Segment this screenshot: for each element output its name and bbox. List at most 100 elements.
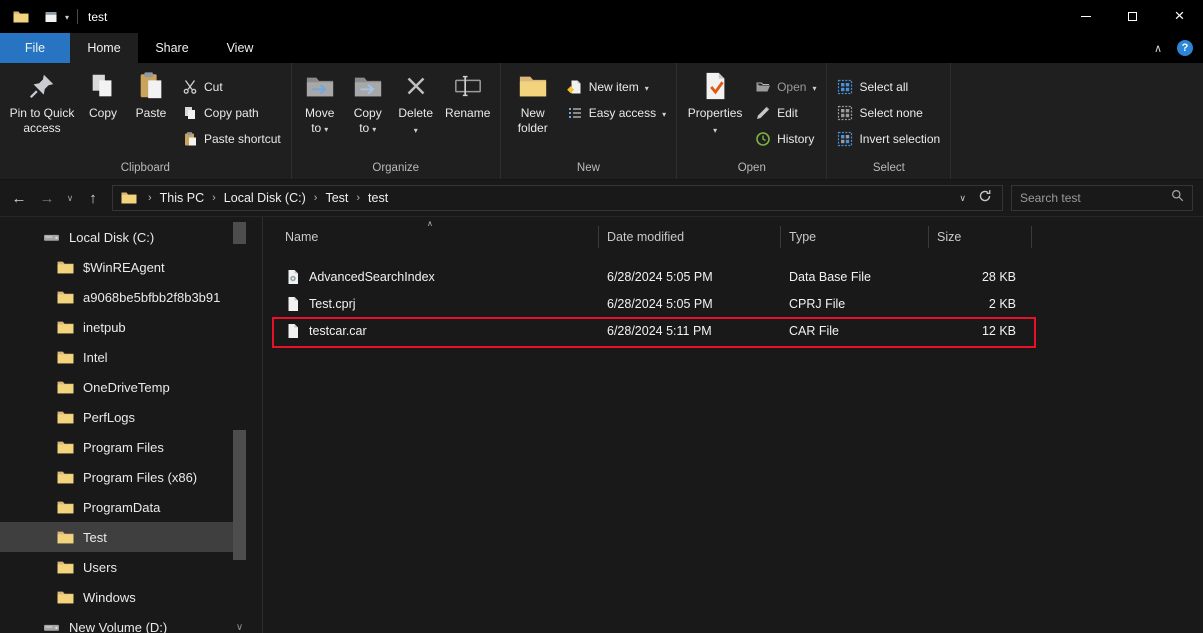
ribbon-group-new: New folder New item Easy acces [501,63,677,179]
new-item-button[interactable]: New item [561,74,672,100]
breadcrumb-test-folder[interactable]: Test [320,191,353,205]
select-all-label: Select all [859,80,908,94]
sidebar-item-inetpub[interactable]: inetpub [0,312,262,342]
copy-icon [87,70,119,102]
select-all-button[interactable]: Select all [831,74,946,100]
address-history-chevron-icon[interactable] [959,193,966,204]
database-file-icon [285,269,301,285]
copy-button[interactable]: Copy [80,64,126,160]
rename-button[interactable]: Rename [440,64,496,160]
tab-file[interactable]: File [0,33,70,63]
back-button[interactable] [6,185,32,211]
pin-to-quick-access-label: Pin to Quick access [7,106,77,136]
qat-customize-chevron-icon[interactable] [65,12,69,22]
file-name: testcar.car [309,324,367,338]
new-folder-icon [517,70,549,102]
select-group-label: Select [831,160,946,179]
sidebar-item-programdata[interactable]: ProgramData [0,492,262,522]
ribbon-group-open: Properties Open Edi [677,63,827,179]
up-button[interactable] [80,185,106,211]
copy-path-button[interactable]: Copy path [176,100,287,126]
copy-to-label: Copy to [354,106,382,135]
sidebar-item-test[interactable]: Test [0,522,233,552]
delete-button[interactable]: Delete [392,64,440,160]
sidebar-item-perflogs[interactable]: PerfLogs [0,402,262,432]
scrollbar-thumb[interactable] [233,430,246,560]
breadcrumb-local-disk-c[interactable]: Local Disk (C:) [219,191,311,205]
edit-button[interactable]: Edit [749,100,822,126]
column-header-label: Type [789,230,816,244]
sidebar-item-label: ProgramData [83,500,160,515]
sidebar-item-onedrivetemp[interactable]: OneDriveTemp [0,372,262,402]
sidebar-item-winreagent[interactable]: $WinREAgent [0,252,262,282]
sidebar-item-a9068[interactable]: a9068be5bfbb2f8b3b91 [0,282,262,312]
invert-selection-button[interactable]: Invert selection [831,126,946,152]
column-header-date-modified[interactable]: Date modified [599,226,781,248]
forward-button[interactable] [34,185,60,211]
edit-label: Edit [777,106,798,120]
file-row-advancedsearchindex[interactable]: AdvancedSearchIndex 6/28/2024 5:05 PM Da… [277,263,1203,290]
pin-to-quick-access-button[interactable]: Pin to Quick access [4,64,80,160]
address-bar[interactable]: This PC Local Disk (C:) Test test [112,185,1003,211]
sidebar-item-local-disk-c[interactable]: Local Disk (C:) [0,222,262,252]
invert-selection-label: Invert selection [859,132,940,146]
easy-access-label: Easy access [589,106,656,120]
column-header-name[interactable]: Name [277,226,599,248]
select-none-label: Select none [859,106,922,120]
help-icon[interactable] [1177,40,1193,56]
scrollbar-up-button[interactable] [233,222,246,244]
sidebar-item-program-files[interactable]: Program Files [0,432,262,462]
new-folder-button[interactable]: New folder [505,64,561,160]
folder-icon [57,259,74,276]
folder-icon [57,559,74,576]
delete-dropdown-icon [414,122,418,137]
properties-button[interactable]: Properties [681,64,749,160]
paste-shortcut-button[interactable]: Paste shortcut [176,126,287,152]
breadcrumb-separator-icon[interactable] [209,192,219,204]
breadcrumb-separator-icon[interactable] [353,192,363,204]
tab-home[interactable]: Home [70,33,138,63]
history-button[interactable]: History [749,126,822,152]
sidebar-item-intel[interactable]: Intel [0,342,262,372]
sidebar-item-users[interactable]: Users [0,552,262,582]
breadcrumb-current-folder[interactable]: test [363,191,393,205]
new-item-icon [567,79,583,95]
column-header-size[interactable]: Size [929,226,1032,248]
sidebar-item-program-files-x86[interactable]: Program Files (x86) [0,462,262,492]
file-row-testcar-car[interactable]: testcar.car 6/28/2024 5:11 PM CAR File 1… [277,317,1203,344]
scrollbar-down-icon[interactable] [233,622,246,633]
folder-icon [57,289,74,306]
minimize-button[interactable] [1062,0,1109,33]
tab-view[interactable]: View [206,33,274,63]
sidebar-item-windows[interactable]: Windows [0,582,262,612]
cut-button[interactable]: Cut [176,74,287,100]
breadcrumb-separator-icon[interactable] [311,192,321,204]
copy-to-button[interactable]: Copy to [344,64,392,160]
ribbon-group-clipboard: Pin to Quick access Copy Paste [0,63,292,179]
refresh-icon[interactable] [978,189,992,208]
collapse-ribbon-icon[interactable] [1154,42,1162,55]
close-button[interactable] [1156,0,1203,33]
breadcrumb-this-pc[interactable]: This PC [155,191,209,205]
paste-button[interactable]: Paste [126,64,176,160]
sidebar-item-label: Windows [83,590,136,605]
column-header-type[interactable]: Type [781,226,929,248]
sidebar-item-label: New Volume (D:) [69,620,167,633]
paste-icon [135,70,167,102]
select-none-button[interactable]: Select none [831,100,946,126]
file-row-test-cprj[interactable]: Test.cprj 6/28/2024 5:05 PM CPRJ File 2 … [277,290,1203,317]
open-button[interactable]: Open [749,74,822,100]
file-type: CAR File [781,317,929,344]
maximize-button[interactable] [1109,0,1156,33]
tab-share[interactable]: Share [138,33,206,63]
search-icon[interactable] [1171,189,1184,207]
search-input[interactable] [1020,191,1171,205]
folder-icon [57,499,74,516]
file-date: 6/28/2024 5:11 PM [599,317,781,344]
recent-locations-chevron-icon[interactable] [62,185,78,211]
breadcrumb-separator-icon[interactable] [145,192,155,204]
sidebar-item-new-volume-d[interactable]: New Volume (D:) [0,612,262,633]
quick-access-toolbar-icon[interactable] [42,8,60,26]
move-to-button[interactable]: Move to [296,64,344,160]
easy-access-button[interactable]: Easy access [561,100,672,126]
